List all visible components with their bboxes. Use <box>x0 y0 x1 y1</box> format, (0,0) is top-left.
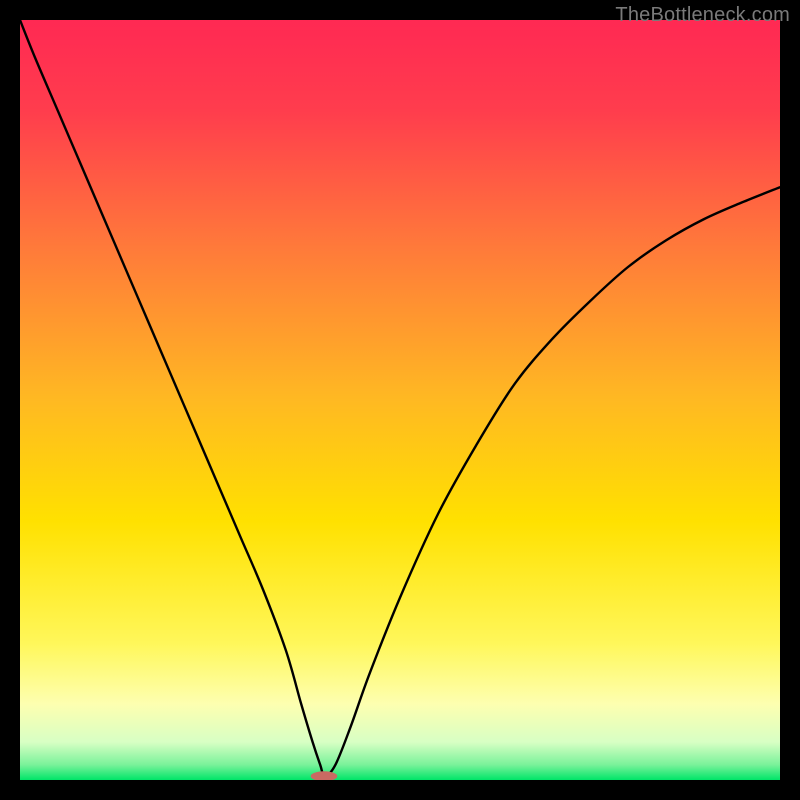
watermark-text: TheBottleneck.com <box>615 4 790 27</box>
chart-frame <box>20 20 780 780</box>
gradient-background <box>20 20 780 780</box>
chart-canvas <box>20 20 780 780</box>
